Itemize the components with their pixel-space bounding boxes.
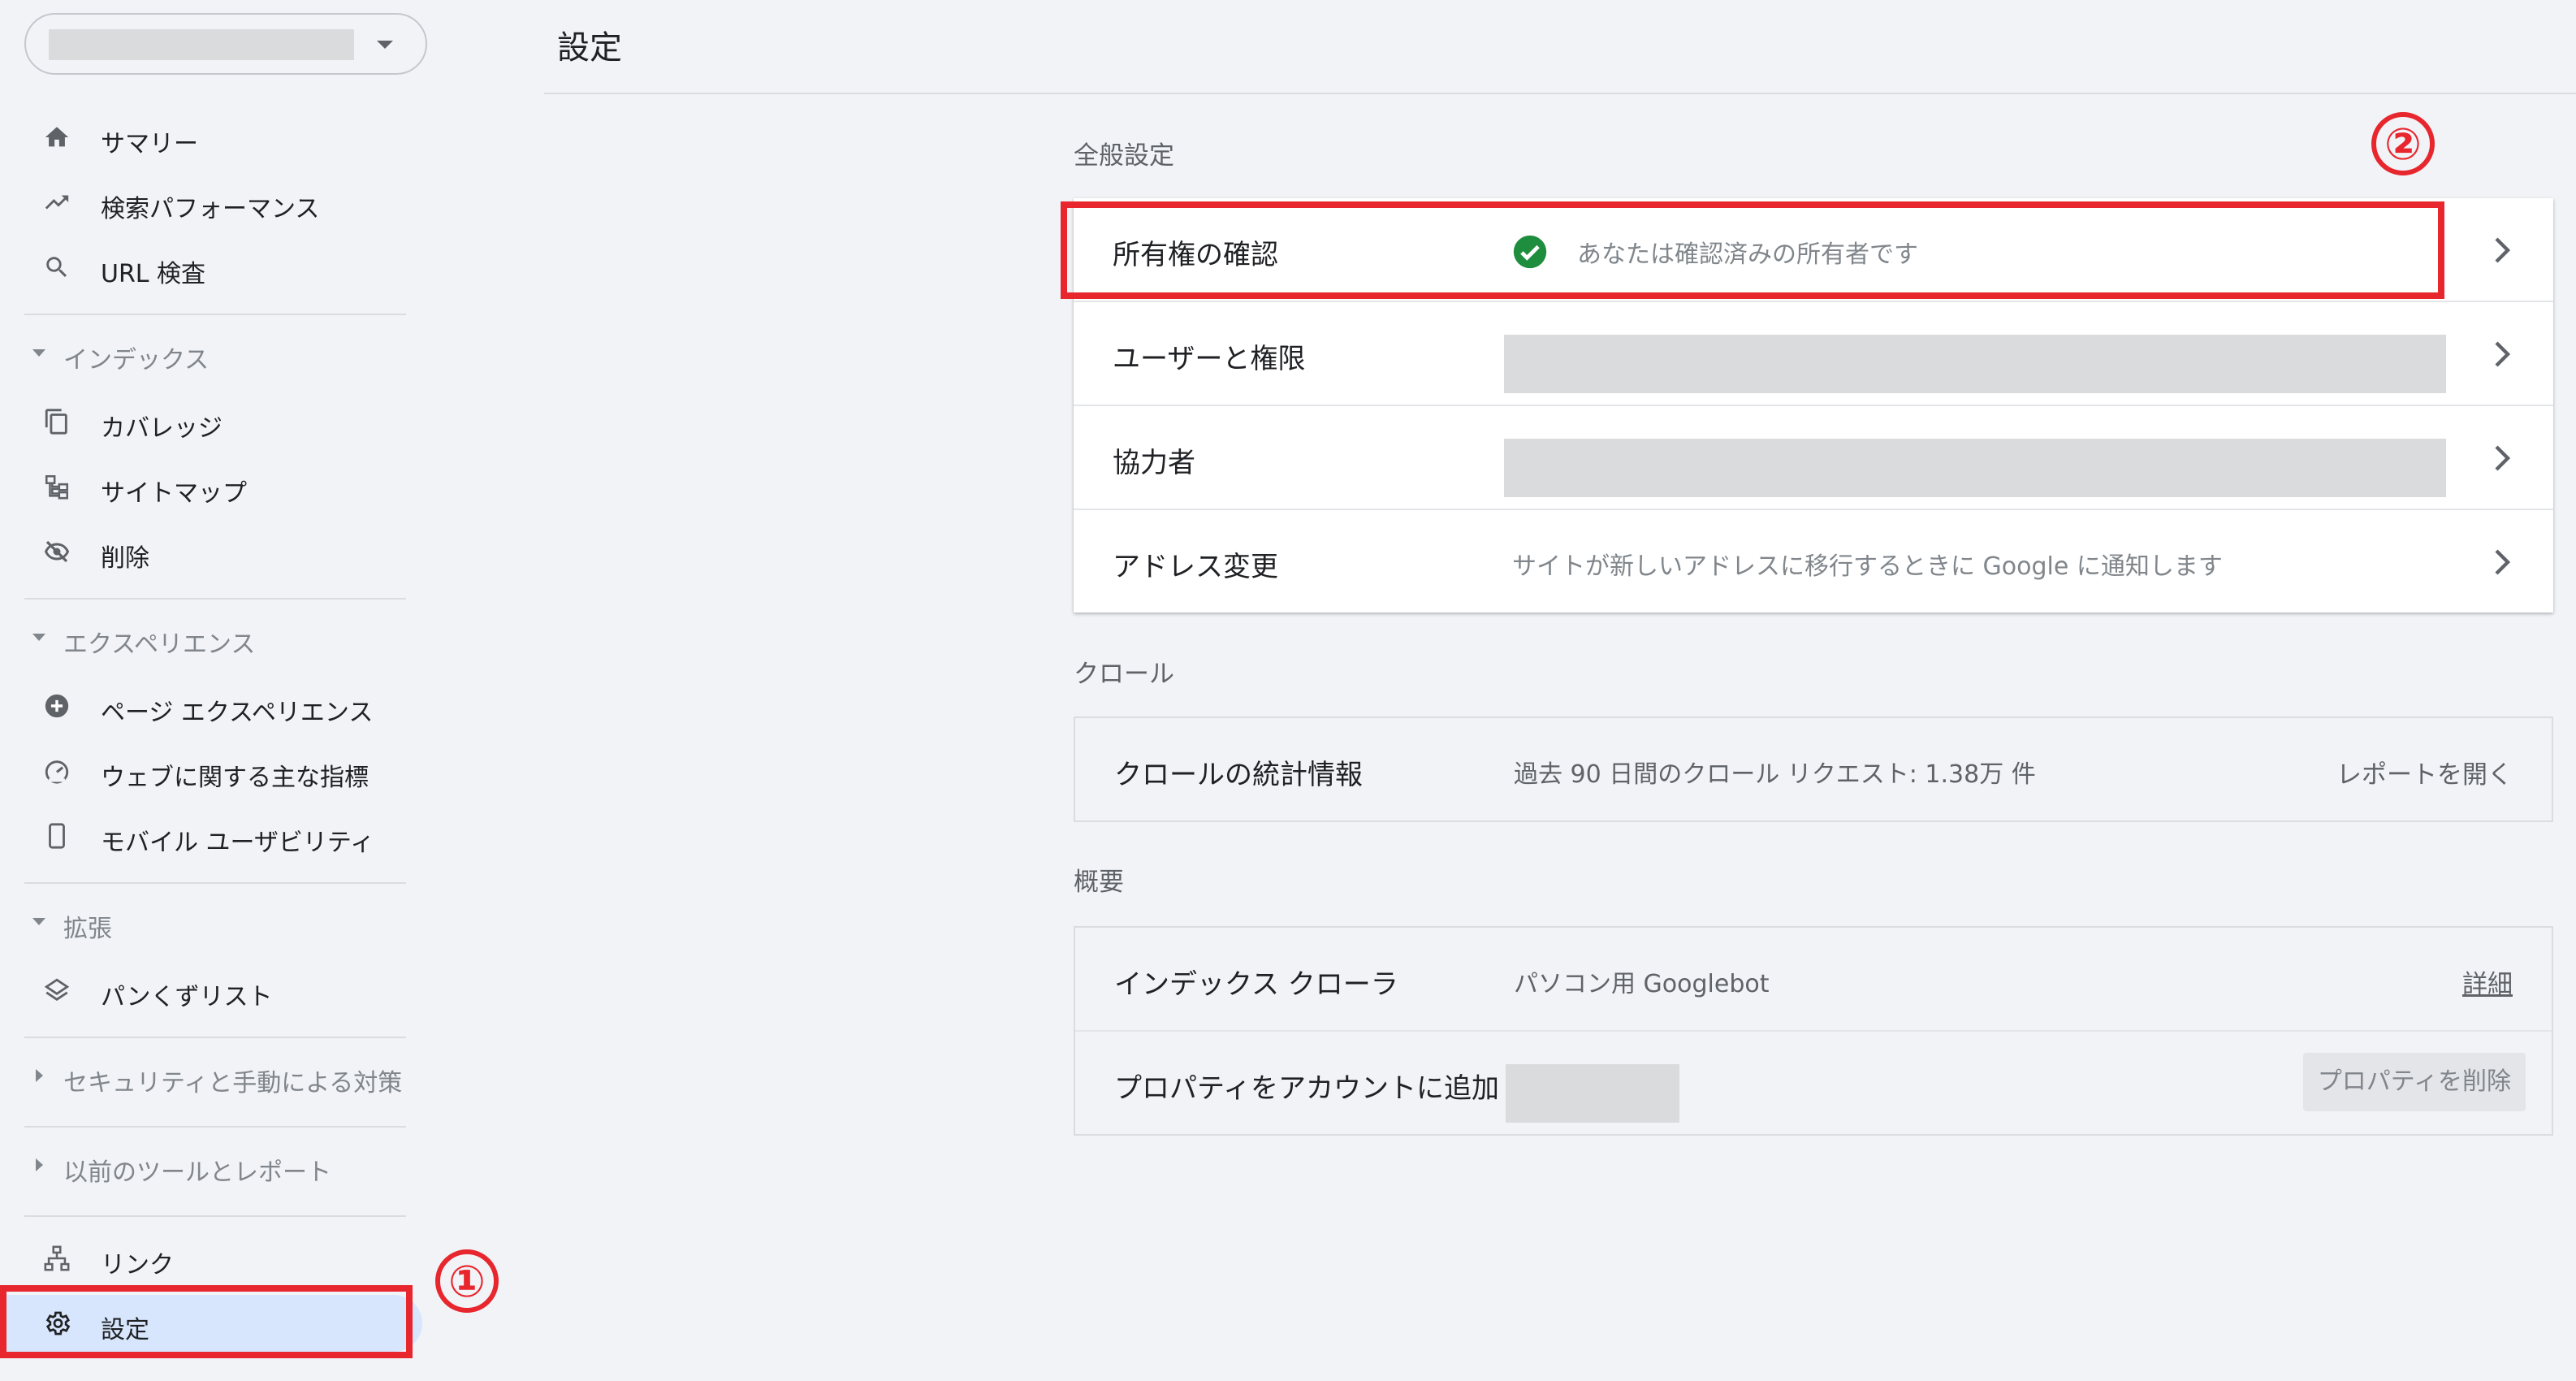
details-link[interactable]: 詳細: [2462, 963, 2513, 1000]
sidebar-item-label: 削除: [101, 544, 149, 573]
section-toggle-index[interactable]: インデックス: [0, 331, 406, 380]
crawl-heading: クロール: [1074, 660, 1174, 689]
sidebar-item-label: パンくずリスト: [101, 983, 273, 1011]
change-of-address-row[interactable]: アドレス変更 サイトが新しいアドレスに移行するときに Google に通知します: [1074, 510, 2553, 614]
associations-row[interactable]: 協力者: [1074, 406, 2553, 510]
home-icon: [42, 123, 71, 152]
sidebar-divider: [24, 1037, 406, 1038]
annotation-box-ownership: [1061, 201, 2444, 299]
sitemap-icon: [42, 472, 71, 501]
expand-arrow-icon: [32, 918, 45, 925]
row-value: サイトが新しいアドレスに移行するときに Google に通知します: [1512, 552, 2223, 581]
collapsed-arrow-icon: [36, 1069, 43, 1082]
row-value: パソコン用 Googlebot: [1514, 970, 1770, 998]
general-settings-heading: 全般設定: [1074, 141, 1174, 171]
open-report-link[interactable]: レポートを開く: [2336, 754, 2513, 790]
sidebar-divider: [24, 1215, 406, 1217]
sidebar-divider: [24, 1126, 406, 1128]
row-name: 協力者: [1113, 447, 1195, 479]
add-circle-icon: [42, 691, 71, 721]
section-toggle-security[interactable]: セキュリティと手動による対策: [0, 1054, 406, 1103]
speed-gauge-icon: [42, 756, 71, 786]
chevron-right-icon: [2495, 549, 2511, 575]
sidebar-item-coverage[interactable]: カバレッジ: [0, 393, 406, 450]
sidebar-item-label: リンク: [101, 1251, 174, 1279]
smartphone-icon: [42, 821, 71, 851]
links-icon: [42, 1244, 71, 1273]
remove-property-button[interactable]: プロパティを削除: [2302, 1053, 2526, 1111]
row-name: プロパティをアカウントに追加: [1114, 1072, 1499, 1105]
sidebar-item-mobile-usability[interactable]: モバイル ユーザビリティ: [0, 807, 406, 864]
sidebar-item-label: 検索パフォーマンス: [101, 195, 320, 223]
row-name: インデックス クローラ: [1114, 968, 1398, 1001]
sidebar: サマリー 検索パフォーマンス URL 検査 インデックス カバレッジ サイトマッ…: [0, 0, 544, 1381]
sidebar-item-label: サマリー: [101, 130, 198, 158]
sidebar-item-summary[interactable]: サマリー: [0, 109, 406, 166]
visibility-off-icon: [42, 537, 71, 566]
section-toggle-legacy[interactable]: 以前のツールとレポート: [0, 1144, 406, 1193]
header-divider: [544, 93, 2576, 94]
section-label: 以前のツールとレポート: [63, 1158, 331, 1187]
sidebar-item-breadcrumbs[interactable]: パンくずリスト: [0, 962, 406, 1019]
sidebar-item-performance[interactable]: 検索パフォーマンス: [0, 174, 406, 231]
sidebar-item-label: ウェブに関する主な指標: [101, 764, 369, 792]
overview-card: インデックス クローラ パソコン用 Googlebot 詳細 プロパティをアカウ…: [1074, 926, 2553, 1136]
redacted-value: [1504, 439, 2446, 497]
crawl-card: クロールの統計情報 過去 90 日間のクロール リクエスト: 1.38万 件 レ…: [1074, 716, 2553, 822]
property-name-redacted: [49, 29, 354, 60]
sidebar-item-label: URL 検査: [101, 260, 206, 288]
sidebar-item-core-web-vitals[interactable]: ウェブに関する主な指標: [0, 742, 406, 799]
section-label: インデックス: [63, 346, 210, 374]
collapsed-arrow-icon: [36, 1158, 43, 1171]
page-title: 設定: [557, 29, 622, 67]
layers-icon: [42, 976, 71, 1005]
row-value: 過去 90 日間のクロール リクエスト: 1.38万 件: [1514, 760, 2036, 789]
sidebar-item-label: カバレッジ: [101, 414, 223, 443]
chevron-right-icon: [2495, 237, 2511, 263]
sidebar-item-label: ページ エクスペリエンス: [101, 699, 374, 727]
trending-up-icon: [42, 188, 71, 217]
search-icon: [42, 253, 71, 282]
sidebar-divider: [24, 882, 406, 884]
annotation-number-1: ①: [435, 1249, 499, 1313]
annotation-number-2: ②: [2371, 112, 2435, 175]
redacted-value: [1504, 335, 2446, 393]
property-selector[interactable]: [24, 13, 427, 75]
section-label: エクスペリエンス: [63, 630, 256, 659]
redacted-value: [1506, 1064, 1679, 1123]
sidebar-divider: [24, 598, 406, 600]
sidebar-item-sitemaps[interactable]: サイトマップ: [0, 458, 406, 515]
sidebar-item-page-experience[interactable]: ページ エクスペリエンス: [0, 678, 406, 734]
overview-heading: 概要: [1074, 868, 1124, 897]
row-name: アドレス変更: [1113, 551, 1278, 583]
sidebar-item-removals[interactable]: 削除: [0, 523, 406, 580]
property-added-row: プロパティをアカウントに追加 プロパティを削除: [1075, 1032, 2552, 1136]
section-toggle-enhancements[interactable]: 拡張: [0, 900, 406, 949]
sidebar-item-label: サイトマップ: [101, 479, 247, 508]
section-toggle-experience[interactable]: エクスペリエンス: [0, 616, 406, 665]
row-name: クロールの統計情報: [1114, 759, 1363, 791]
indexing-crawler-row: インデックス クローラ パソコン用 Googlebot 詳細: [1075, 928, 2552, 1032]
dropdown-caret-icon: [377, 41, 393, 49]
users-permissions-row[interactable]: ユーザーと権限: [1074, 302, 2553, 406]
expand-arrow-icon: [32, 349, 45, 357]
sidebar-item-links[interactable]: リンク: [0, 1230, 406, 1287]
crawl-stats-row[interactable]: クロールの統計情報 過去 90 日間のクロール リクエスト: 1.38万 件 レ…: [1075, 718, 2552, 822]
sidebar-item-label: モバイル ユーザビリティ: [101, 829, 375, 857]
sidebar-item-url-inspection[interactable]: URL 検査: [0, 239, 406, 296]
chevron-right-icon: [2495, 341, 2511, 367]
section-label: 拡張: [63, 915, 112, 943]
sidebar-divider: [24, 314, 406, 315]
section-label: セキュリティと手動による対策: [63, 1069, 403, 1097]
chevron-right-icon: [2495, 445, 2511, 471]
expand-arrow-icon: [32, 634, 45, 641]
annotation-box-settings: [0, 1285, 413, 1358]
row-name: ユーザーと権限: [1113, 343, 1306, 375]
copy-icon: [42, 407, 71, 436]
